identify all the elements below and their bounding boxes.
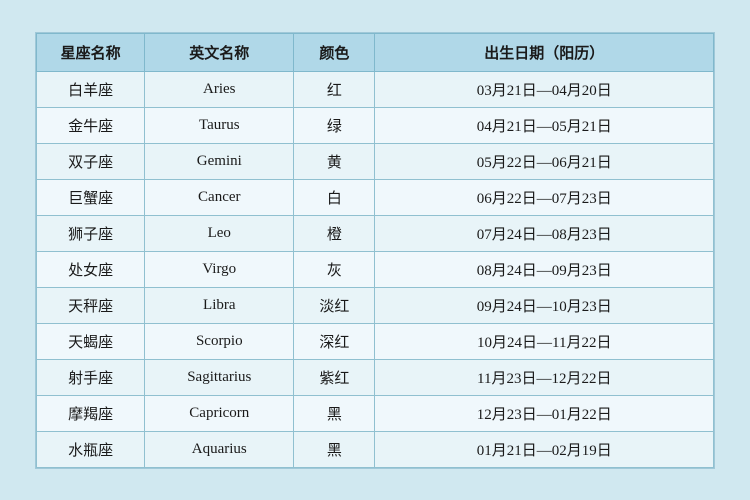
- cell-color: 橙: [294, 215, 375, 251]
- cell-color: 绿: [294, 107, 375, 143]
- cell-chinese: 水瓶座: [37, 431, 145, 467]
- cell-date: 04月21日—05月21日: [375, 107, 714, 143]
- cell-english: Leo: [145, 215, 294, 251]
- cell-chinese: 双子座: [37, 143, 145, 179]
- table-row: 水瓶座Aquarius黑01月21日—02月19日: [37, 431, 714, 467]
- cell-color: 淡红: [294, 287, 375, 323]
- table-row: 双子座Gemini黄05月22日—06月21日: [37, 143, 714, 179]
- cell-date: 11月23日—12月22日: [375, 359, 714, 395]
- cell-color: 黑: [294, 395, 375, 431]
- cell-date: 03月21日—04月20日: [375, 71, 714, 107]
- table-row: 金牛座Taurus绿04月21日—05月21日: [37, 107, 714, 143]
- cell-english: Aries: [145, 71, 294, 107]
- cell-date: 09月24日—10月23日: [375, 287, 714, 323]
- cell-english: Capricorn: [145, 395, 294, 431]
- cell-chinese: 巨蟹座: [37, 179, 145, 215]
- table-header-row: 星座名称 英文名称 颜色 出生日期（阳历）: [37, 33, 714, 71]
- cell-chinese: 白羊座: [37, 71, 145, 107]
- header-color: 颜色: [294, 33, 375, 71]
- cell-chinese: 天秤座: [37, 287, 145, 323]
- cell-color: 灰: [294, 251, 375, 287]
- cell-date: 12月23日—01月22日: [375, 395, 714, 431]
- cell-english: Taurus: [145, 107, 294, 143]
- cell-date: 10月24日—11月22日: [375, 323, 714, 359]
- cell-date: 01月21日—02月19日: [375, 431, 714, 467]
- cell-color: 红: [294, 71, 375, 107]
- cell-chinese: 处女座: [37, 251, 145, 287]
- cell-chinese: 狮子座: [37, 215, 145, 251]
- cell-english: Libra: [145, 287, 294, 323]
- cell-date: 08月24日—09月23日: [375, 251, 714, 287]
- table-row: 天蝎座Scorpio深红10月24日—11月22日: [37, 323, 714, 359]
- table-row: 摩羯座Capricorn黑12月23日—01月22日: [37, 395, 714, 431]
- zodiac-table-container: 星座名称 英文名称 颜色 出生日期（阳历） 白羊座Aries红03月21日—04…: [35, 32, 715, 469]
- cell-chinese: 摩羯座: [37, 395, 145, 431]
- cell-chinese: 金牛座: [37, 107, 145, 143]
- cell-date: 06月22日—07月23日: [375, 179, 714, 215]
- table-row: 处女座Virgo灰08月24日—09月23日: [37, 251, 714, 287]
- header-english: 英文名称: [145, 33, 294, 71]
- cell-english: Gemini: [145, 143, 294, 179]
- table-row: 白羊座Aries红03月21日—04月20日: [37, 71, 714, 107]
- cell-english: Cancer: [145, 179, 294, 215]
- cell-color: 深红: [294, 323, 375, 359]
- header-date: 出生日期（阳历）: [375, 33, 714, 71]
- header-chinese: 星座名称: [37, 33, 145, 71]
- table-row: 狮子座Leo橙07月24日—08月23日: [37, 215, 714, 251]
- table-row: 巨蟹座Cancer白06月22日—07月23日: [37, 179, 714, 215]
- cell-english: Scorpio: [145, 323, 294, 359]
- zodiac-table: 星座名称 英文名称 颜色 出生日期（阳历） 白羊座Aries红03月21日—04…: [36, 33, 714, 468]
- cell-color: 白: [294, 179, 375, 215]
- cell-color: 黑: [294, 431, 375, 467]
- cell-english: Aquarius: [145, 431, 294, 467]
- table-row: 天秤座Libra淡红09月24日—10月23日: [37, 287, 714, 323]
- cell-date: 05月22日—06月21日: [375, 143, 714, 179]
- cell-date: 07月24日—08月23日: [375, 215, 714, 251]
- table-row: 射手座Sagittarius紫红11月23日—12月22日: [37, 359, 714, 395]
- cell-chinese: 射手座: [37, 359, 145, 395]
- cell-color: 黄: [294, 143, 375, 179]
- cell-english: Sagittarius: [145, 359, 294, 395]
- cell-chinese: 天蝎座: [37, 323, 145, 359]
- cell-color: 紫红: [294, 359, 375, 395]
- cell-english: Virgo: [145, 251, 294, 287]
